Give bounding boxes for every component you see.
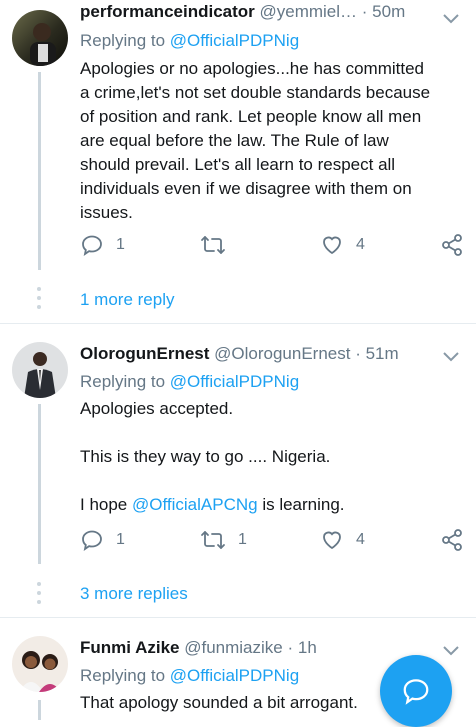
reply-count: 1 <box>116 531 125 548</box>
heart-icon <box>323 531 341 550</box>
like-button[interactable]: 4 <box>320 528 365 552</box>
tweet-text-line: of position and rank. Let people know al… <box>80 107 422 126</box>
avatar[interactable] <box>12 342 68 398</box>
replying-label: Replying to <box>80 372 170 391</box>
share-icon <box>442 529 462 551</box>
reply-icon <box>82 530 102 552</box>
reply-button[interactable]: 1 <box>80 233 125 257</box>
avatar[interactable] <box>12 10 68 66</box>
like-button[interactable]: 4 <box>320 233 365 257</box>
tweet-time: · 1h <box>287 638 317 657</box>
retweet-icon <box>201 531 225 549</box>
share-button[interactable] <box>440 233 464 257</box>
tweet-text: Apologies or no apologies...he has commi… <box>80 57 460 225</box>
divider <box>0 323 476 324</box>
compose-reply-icon <box>403 679 429 705</box>
heart-icon <box>323 236 341 255</box>
replying-to-link[interactable]: @OfficialPDPNig <box>170 372 299 391</box>
thread-dots <box>37 582 41 609</box>
display-name[interactable]: performanceindicator <box>80 2 255 21</box>
tweet-text-line: are equal before the law. The Rule of la… <box>80 131 389 150</box>
tweet-text: Apologies accepted. This is they way to … <box>80 397 460 517</box>
tweet-text-line: I hope @OfficialAPCNg is learning. <box>80 493 460 517</box>
tweet-text-line: issues. <box>80 203 133 222</box>
tweet-text-line: This is they way to go .... Nigeria. <box>80 447 331 466</box>
replying-to: Replying to @OfficialPDPNig <box>80 666 299 686</box>
retweet-button[interactable] <box>200 233 226 257</box>
tweet-text-line: should prevail. Let's all learn to respe… <box>80 155 396 174</box>
replying-label: Replying to <box>80 31 170 50</box>
like-count: 4 <box>356 236 365 253</box>
thread-line <box>38 72 41 270</box>
thread-dots <box>37 287 41 314</box>
replying-to: Replying to @OfficialPDPNig <box>80 372 299 392</box>
reply-count: 1 <box>116 236 125 253</box>
user-handle[interactable]: @yemmiel… <box>260 2 358 21</box>
user-handle[interactable]: @funmiazike <box>184 638 283 657</box>
tweet-text-line: Apologies or no apologies...he has commi… <box>80 59 424 78</box>
share-icon <box>442 234 462 256</box>
tweet-text-line: Apologies accepted. <box>80 399 234 418</box>
tweet-text-line: individuals even if we disagree with the… <box>80 179 412 198</box>
display-name[interactable]: OlorogunErnest <box>80 344 209 363</box>
text-segment: is learning. <box>257 495 345 514</box>
tweet-text-line: a crime,let's not set double standards b… <box>80 83 431 102</box>
display-name[interactable]: Funmi Azike <box>80 638 180 657</box>
retweet-icon <box>201 236 225 254</box>
compose-reply-button[interactable] <box>380 655 452 727</box>
reply-icon <box>82 235 102 257</box>
retweet-button[interactable]: 1 <box>200 528 247 552</box>
reply-button[interactable]: 1 <box>80 528 125 552</box>
replying-label: Replying to <box>80 666 170 685</box>
replying-to-link[interactable]: @OfficialPDPNig <box>170 666 299 685</box>
retweet-count: 1 <box>238 531 247 548</box>
replying-to: Replying to @OfficialPDPNig <box>80 31 299 51</box>
text-segment: I hope <box>80 495 132 514</box>
avatar[interactable] <box>12 636 68 692</box>
chevron-down-icon[interactable] <box>442 12 460 24</box>
more-replies-link[interactable]: 1 more reply <box>80 290 174 310</box>
like-count: 4 <box>356 531 365 548</box>
tweet-time: · 50m <box>361 2 406 21</box>
thread-line <box>38 404 41 564</box>
user-handle[interactable]: @OlorogunErnest <box>214 344 350 363</box>
replying-to-link[interactable]: @OfficialPDPNig <box>170 31 299 50</box>
tweet-time: · 51m <box>355 344 399 363</box>
thread-line <box>38 700 41 720</box>
divider <box>0 617 476 618</box>
mention-link[interactable]: @OfficialAPCNg <box>132 495 258 514</box>
more-replies-link[interactable]: 3 more replies <box>80 584 188 604</box>
chevron-down-icon[interactable] <box>442 350 460 362</box>
share-button[interactable] <box>440 528 464 552</box>
chevron-down-icon[interactable] <box>442 644 460 656</box>
